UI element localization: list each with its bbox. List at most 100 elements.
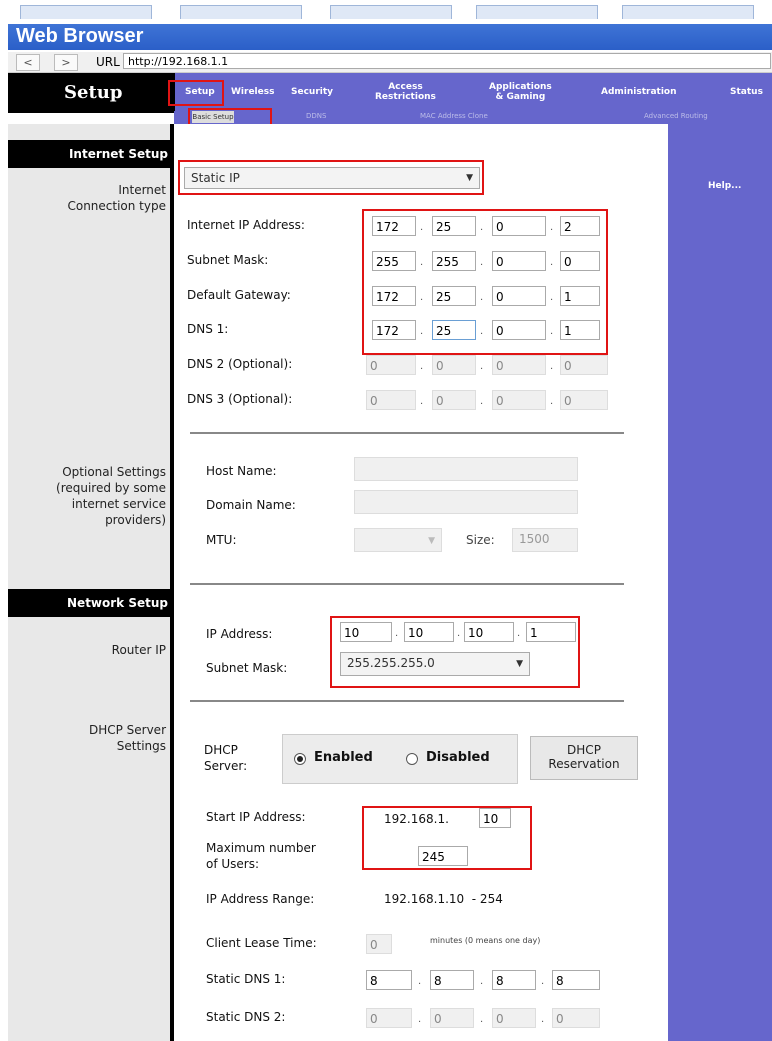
highlight-setup-tab [168,80,224,106]
connection-type-label: Internet Connection type [67,183,166,213]
size-label: Size: [466,533,495,547]
dhcp-reservation-button[interactable]: DHCP Reservation [530,736,638,780]
divider-line [190,583,624,585]
octet-separator: . [541,1014,545,1025]
lease-note: minutes (0 means one day) [430,936,541,945]
help-column: Help... [668,124,772,1041]
octet-separator: . [550,396,554,407]
url-input[interactable]: http://192.168.1.1 [123,53,771,69]
host-name-label: Host Name: [206,464,277,478]
highlight-ip-fields [362,209,608,355]
dhcp-settings-label: DHCP Server Settings [88,723,166,753]
divider-line [190,700,624,702]
octet-separator: . [480,976,484,987]
octet-separator: . [480,396,484,407]
octet-separator: . [550,361,554,372]
forward-button[interactable]: > [54,54,78,71]
dns2-octet-1[interactable]: 0 [366,355,416,375]
octet-separator: . [420,361,424,372]
divider-line [190,432,624,434]
static-dns2-octet-4[interactable]: 0 [552,1008,600,1028]
back-button[interactable]: < [16,54,40,71]
dns2-octet-4[interactable]: 0 [560,355,608,375]
octet-separator: . [420,396,424,407]
highlight-dhcp-range [362,806,532,870]
highlight-router-ip [330,616,580,688]
start-ip-label: Start IP Address: [206,810,306,824]
default-gateway-label: Default Gateway: [187,288,291,302]
client-lease-label: Client Lease Time: [206,936,317,950]
client-lease-input[interactable]: 0 [366,934,392,954]
dns2-octet-2[interactable]: 0 [432,355,476,375]
host-name-input[interactable] [354,457,578,481]
subtab-mac-address-clone[interactable]: MAC Address Clone [420,112,488,120]
page-title: Setup [64,82,123,103]
octet-separator: . [480,361,484,372]
tab-applications-gaming[interactable]: Applications & Gaming [489,82,552,102]
dhcp-enabled-radio[interactable] [294,753,306,765]
tab-status[interactable]: Status [730,87,763,97]
static-dns2-label: Static DNS 2: [206,1010,286,1024]
browser-tab[interactable] [622,5,754,19]
tab-access-restrictions[interactable]: Access Restrictions [375,82,436,102]
static-dns2-octet-1[interactable]: 0 [366,1008,412,1028]
domain-name-input[interactable] [354,490,578,514]
router-header: Setup Setup Wireless Security Access Res… [8,73,772,113]
octet-separator: . [541,976,545,987]
octet-separator: . [480,1014,484,1025]
mtu-select[interactable]: ▼ [354,528,442,552]
mtu-size-input[interactable]: 1500 [512,528,578,552]
main-menu: Setup Wireless Security Access Restricti… [175,73,772,113]
internet-ip-label: Internet IP Address: [187,218,305,232]
octet-separator: . [418,976,422,987]
address-bar: < > URL http://192.168.1.1 [8,52,772,73]
window-title: Web Browser [16,25,144,47]
tab-wireless[interactable]: Wireless [231,87,274,97]
static-dns1-octet-2[interactable]: 8 [430,970,474,990]
section-internet-setup: Internet Setup [8,140,174,168]
subtab-ddns[interactable]: DDNS [306,112,326,120]
dhcp-enabled-label: Enabled [314,750,373,765]
tab-administration[interactable]: Administration [601,87,677,97]
browser-tab[interactable] [20,5,152,19]
chevron-down-icon: ▼ [428,536,435,546]
static-dns1-octet-1[interactable]: 8 [366,970,412,990]
left-sidebar: Internet Setup Internet Connection type … [8,124,174,1041]
tab-security[interactable]: Security [291,87,333,97]
section-network-setup: Network Setup [8,589,174,617]
octet-separator: . [418,1014,422,1025]
static-dns1-octet-3[interactable]: 8 [492,970,536,990]
subtab-advanced-routing[interactable]: Advanced Routing [644,112,708,120]
dhcp-disabled-label: Disabled [426,750,490,765]
browser-tab[interactable] [330,5,452,19]
dns3-octet-2[interactable]: 0 [432,390,476,410]
dhcp-disabled-radio[interactable] [406,753,418,765]
highlight-connection-type [178,160,484,195]
max-users-label: Maximum number of Users: [206,841,316,871]
dns1-label: DNS 1: [187,322,229,336]
subnet-mask-label: Subnet Mask: [187,253,269,267]
static-dns2-octet-2[interactable]: 0 [430,1008,474,1028]
ip-range-value: 192.168.1.10 - 254 [384,892,503,906]
static-dns1-label: Static DNS 1: [206,972,286,986]
router-subnet-mask-label: Subnet Mask: [206,661,288,675]
static-dns1-octet-4[interactable]: 8 [552,970,600,990]
router-ip-address-label: IP Address: [206,627,273,641]
dhcp-server-label: DHCP Server: [204,743,248,773]
static-dns2-octet-3[interactable]: 0 [492,1008,536,1028]
router-ip-label: Router IP [111,643,166,657]
url-label: URL [96,55,120,69]
dns3-octet-1[interactable]: 0 [366,390,416,410]
dns2-octet-3[interactable]: 0 [492,355,546,375]
dns2-label: DNS 2 (Optional): [187,357,293,371]
help-link[interactable]: Help... [708,181,741,191]
tab-strip [0,0,772,19]
mtu-label: MTU: [206,533,237,547]
dns3-octet-3[interactable]: 0 [492,390,546,410]
domain-name-label: Domain Name: [206,498,296,512]
browser-tab[interactable] [476,5,598,19]
browser-tab[interactable] [180,5,302,19]
dns3-octet-4[interactable]: 0 [560,390,608,410]
ip-range-label: IP Address Range: [206,892,315,906]
dns3-label: DNS 3 (Optional): [187,392,293,406]
